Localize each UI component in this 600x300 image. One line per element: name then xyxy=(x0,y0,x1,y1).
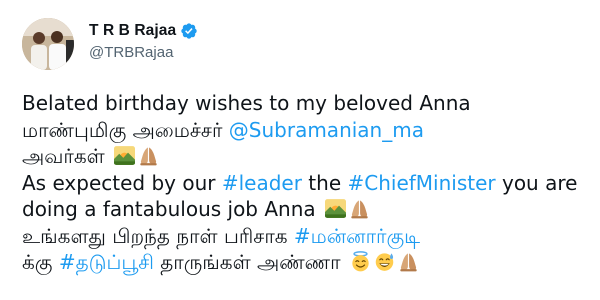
verified-badge-icon xyxy=(180,22,198,40)
text-segment: உங்களது பிறந்த நாள் பரிசாக xyxy=(22,223,294,248)
tweet-text: Belated birthday wishes to my beloved An… xyxy=(22,90,592,276)
hashtag-link[interactable]: #ChiefMinister xyxy=(347,171,495,195)
grinning-face-with-sweat-icon xyxy=(374,251,395,272)
folded-hands-icon xyxy=(398,251,419,272)
text-segment: மாண்புமிகு அமைச்சர் xyxy=(22,117,229,142)
hashtag-link[interactable]: #தடுப்பூசி xyxy=(59,250,154,274)
author-name[interactable]: T R B Rajaa xyxy=(89,22,176,40)
folded-hands-icon xyxy=(138,145,159,166)
text-segment: Belated birthday wishes to my beloved An… xyxy=(22,91,471,115)
hashtag-link[interactable]: #leader xyxy=(222,171,302,195)
sunrise-over-mountains-icon xyxy=(325,198,347,219)
name-row: T R B Rajaa xyxy=(89,20,198,42)
text-segment: தாருங்கள் அண்ணா xyxy=(153,250,347,274)
text-segment: அவர்கள் xyxy=(22,144,112,168)
smiling-face-with-halo-icon xyxy=(350,251,371,272)
tweet-line-6: உங்களது பிறந்த நாள் பரிசாக #மன்னார்குடி xyxy=(22,223,592,250)
avatar[interactable] xyxy=(22,18,74,70)
text-segment: doing a fantabulous job Anna xyxy=(22,197,323,221)
tweet-line-3: அவர்கள் xyxy=(22,143,592,170)
tweet-line-4: As expected by our #leader the #ChiefMin… xyxy=(22,170,592,197)
tweet-line-7: க்கு #தடுப்பூசி தாருங்கள் அண்ணா xyxy=(22,249,592,276)
sunrise-over-mountains-icon xyxy=(114,145,136,166)
author-handle[interactable]: @TRBRajaa xyxy=(89,44,198,61)
hashtag-link[interactable]: #மன்னார்குடி xyxy=(294,224,420,248)
text-segment: the xyxy=(301,170,348,195)
text-segment: you are xyxy=(495,170,578,195)
folded-hands-icon xyxy=(349,198,370,219)
mention-link[interactable]: @Subramanian_ma xyxy=(229,118,424,142)
tweet-line-2: மாண்புமிகு அமைச்சர் @Subramanian_ma xyxy=(22,117,592,144)
text-segment: க்கு xyxy=(22,250,59,274)
tweet-card: T R B Rajaa @TRBRajaa Belated birthday w… xyxy=(0,0,600,300)
tweet-line-1: Belated birthday wishes to my beloved An… xyxy=(22,90,592,117)
tweet-line-5: doing a fantabulous job Anna xyxy=(22,196,592,223)
text-segment: As expected by our xyxy=(22,170,222,195)
tweet-header: T R B Rajaa @TRBRajaa xyxy=(89,20,198,70)
